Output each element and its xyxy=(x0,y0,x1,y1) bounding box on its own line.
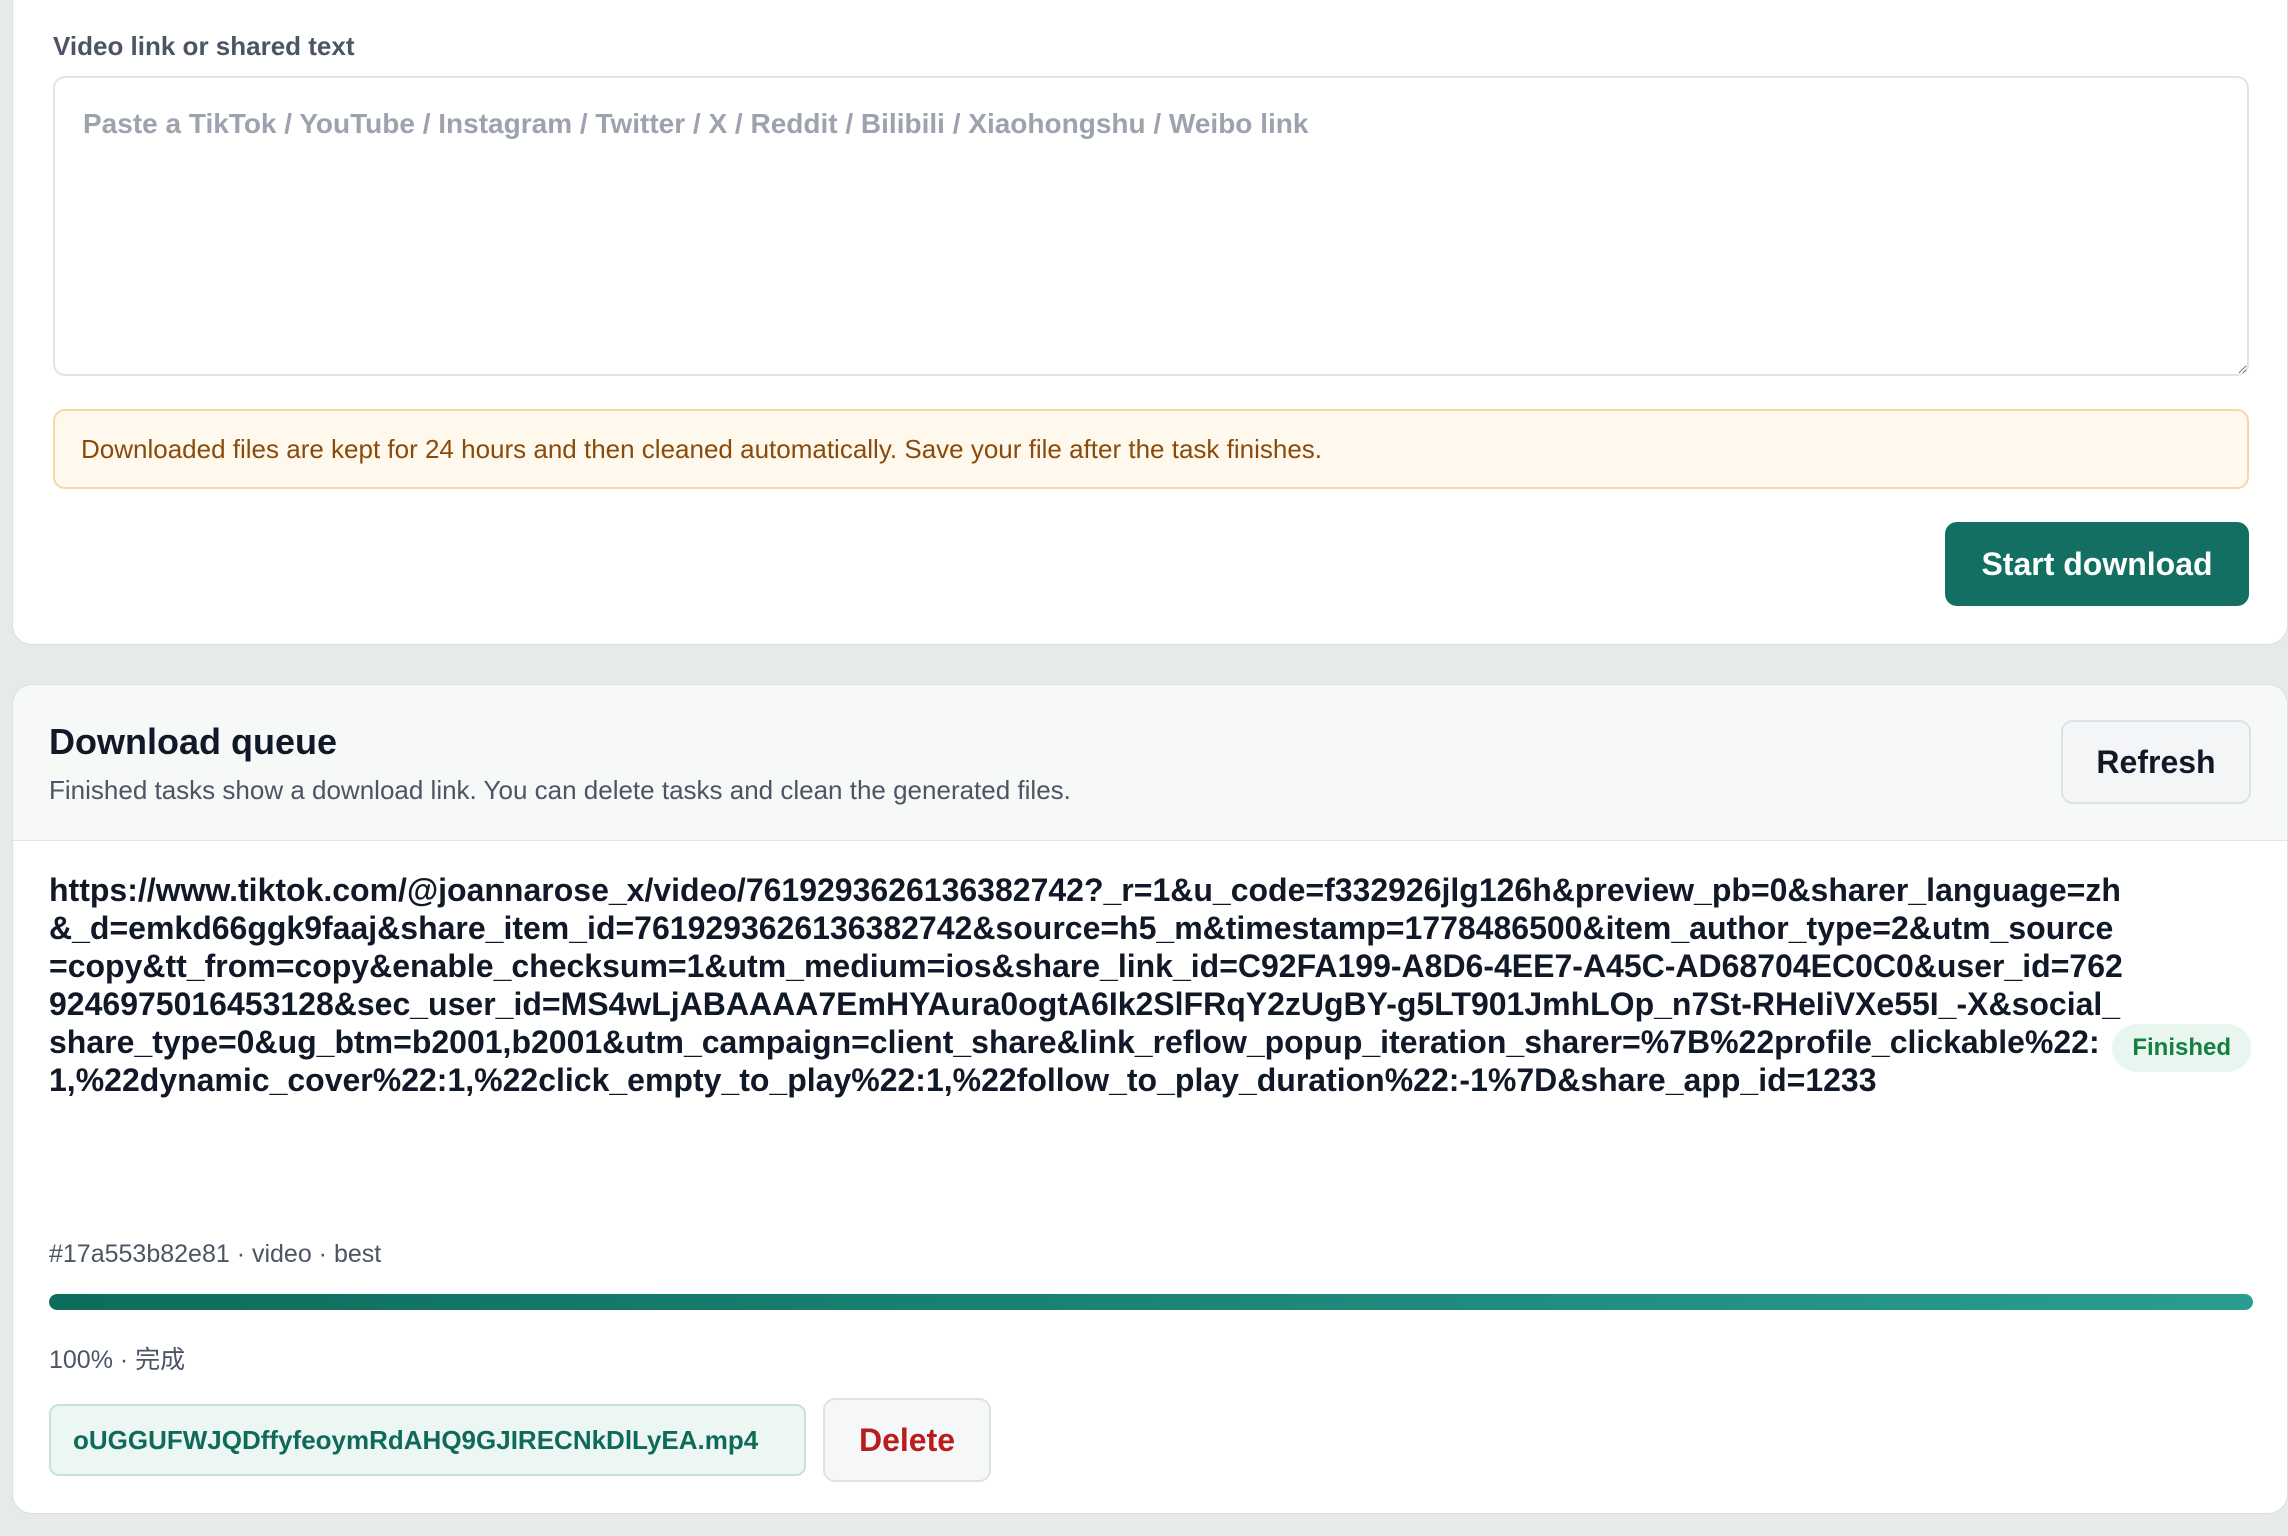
status-badge: Finished xyxy=(2112,1024,2251,1072)
video-link-label: Video link or shared text xyxy=(53,31,355,61)
download-file-link[interactable]: oUGGUFWJQDffyfeoymRdAHQ9GJIRECNkDlLyEA.m… xyxy=(49,1404,806,1476)
progress-text: 100% · 完成 xyxy=(49,1346,186,1374)
queue-subtitle: Finished tasks show a download link. You… xyxy=(49,775,1071,805)
queue-title: Download queue xyxy=(49,721,337,762)
retention-notice: Downloaded files are kept for 24 hours a… xyxy=(53,409,2249,489)
start-download-button[interactable]: Start download xyxy=(1945,522,2249,606)
task-meta: #17a553b82e81 · video · best xyxy=(49,1240,382,1268)
refresh-button[interactable]: Refresh xyxy=(2061,720,2251,804)
download-form-card: Video link or shared text Downloaded fil… xyxy=(12,0,2288,645)
delete-task-button[interactable]: Delete xyxy=(823,1398,991,1482)
queue-header: Download queue Finished tasks show a dow… xyxy=(13,685,2287,841)
progress-bar-fill xyxy=(49,1294,2253,1310)
download-queue-card: Download queue Finished tasks show a dow… xyxy=(12,684,2288,1514)
task-url: https://www.tiktok.com/@joannarose_x/vid… xyxy=(49,872,2123,1098)
progress-bar xyxy=(49,1294,2253,1310)
video-link-textarea[interactable] xyxy=(53,76,2249,376)
